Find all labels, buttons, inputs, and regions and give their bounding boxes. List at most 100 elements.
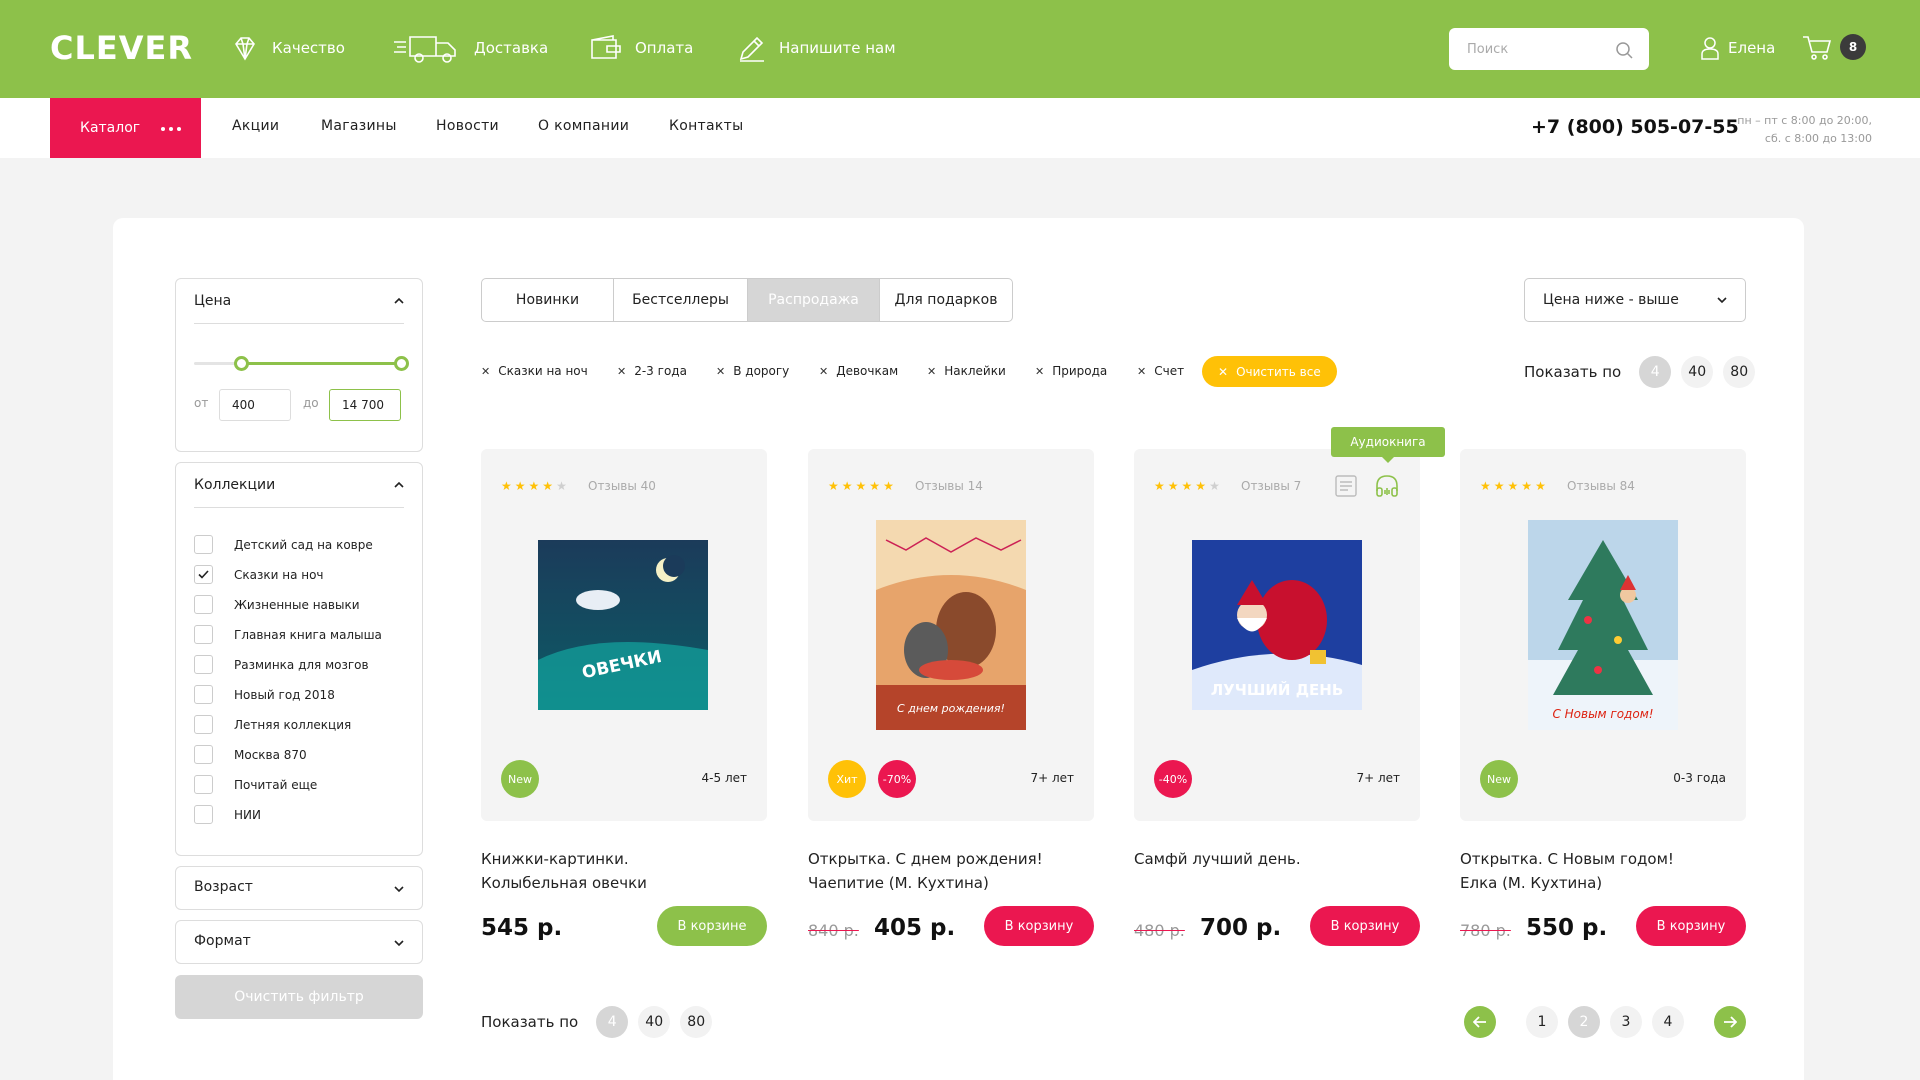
book-cover-image[interactable]: ЛУЧШИЙ ДЕНЬ [1192,540,1362,710]
chevron-up-icon[interactable] [394,481,404,489]
product-title[interactable]: Открытка. С Новым годом! Елка (М. Кухтина… [1460,847,1746,895]
page-1[interactable]: 1 [1526,1006,1558,1038]
prev-page-button[interactable] [1464,1006,1496,1038]
product-title[interactable]: Книжки-картинки. Колыбельная овечки [481,847,767,895]
product-card[interactable]: ★ ★ ★ ★ ★ Отзывы 7 ЛУЧШИЙ ДЕНЬ -40% 7+ лет Самфй … [1134,449,1420,946]
checkbox[interactable] [194,655,213,674]
add-to-cart-button[interactable]: В корзину [984,906,1094,946]
collection-option[interactable]: Главная книга малыша [194,625,382,644]
collection-option[interactable]: НИИ [194,805,261,824]
user-account-link[interactable]: Елена [1700,36,1775,60]
sort-select[interactable]: Цена ниже - выше [1524,278,1746,322]
price-slider-min-handle[interactable] [234,356,249,371]
product-card-body[interactable]: ★ ★ ★ ★ ★ Отзывы 40 ОВЕЧКИ New 4-5 лет [481,449,767,821]
product-card[interactable]: ★ ★ ★ ★ ★ Отзывы 84 С Новым годом! New 0-3 года О… [1460,449,1746,946]
product-title[interactable]: Открытка. С днем рождения! Чаепитие (М. К… [808,847,1094,895]
price-from-input[interactable] [219,389,291,421]
nav-link-contacts[interactable]: Контакты [669,118,743,134]
tab-sale[interactable]: Распродажа [748,279,880,321]
close-icon[interactable]: ✕ [1137,365,1146,378]
collection-option[interactable]: Детский сад на ковре [194,535,373,554]
collection-option[interactable]: Новый год 2018 [194,685,335,704]
show-by-option[interactable]: 80 [1723,356,1756,388]
checkbox[interactable] [194,625,213,644]
price-filter-title[interactable]: Цена [194,293,231,309]
chevron-up-icon[interactable] [394,297,404,305]
filter-chip[interactable]: ✕ В дорогу [716,364,789,378]
product-card-body[interactable]: ★ ★ ★ ★ ★ Отзывы 84 С Новым годом! New 0-3 года [1460,449,1746,821]
nav-link-promotions[interactable]: Акции [232,118,279,134]
show-by-option[interactable]: 4 [596,1006,629,1038]
tab-new[interactable]: Новинки [482,279,614,321]
tab-bestsellers[interactable]: Бестселлеры [614,279,748,321]
show-by-option[interactable]: 40 [1681,356,1714,388]
add-to-cart-button[interactable]: В корзине [657,906,767,946]
add-to-cart-button[interactable]: В корзину [1636,906,1746,946]
filter-chip[interactable]: ✕ 2-3 года [617,364,687,378]
nav-link-stores[interactable]: Магазины [321,118,397,134]
filter-chip[interactable]: ✕ Девочкам [819,364,898,378]
checkbox[interactable] [194,535,213,554]
product-card-body[interactable]: ★ ★ ★ ★ ★ Отзывы 7 ЛУЧШИЙ ДЕНЬ -40% 7+ лет [1134,449,1420,821]
nav-link-about[interactable]: О компании [538,118,629,134]
nav-write-us-link[interactable]: Напишите нам [737,30,896,66]
ebook-icon[interactable] [1334,474,1358,498]
checkbox[interactable] [194,565,213,584]
book-cover-image[interactable]: С Новым годом! [1528,520,1678,730]
filter-chip[interactable]: ✕ Природа [1035,364,1107,378]
close-icon[interactable]: ✕ [819,365,828,378]
close-icon[interactable]: ✕ [927,365,936,378]
next-page-button[interactable] [1714,1006,1746,1038]
book-cover-image[interactable]: С днем рождения! [876,520,1026,730]
nav-link-news[interactable]: Новости [436,118,499,134]
collection-option[interactable]: Сказки на ноч [194,565,324,584]
reviews-link[interactable]: Отзывы 84 [1567,479,1635,493]
close-icon[interactable]: ✕ [1035,365,1044,378]
price-slider[interactable] [194,356,409,371]
product-card[interactable]: ★ ★ ★ ★ ★ Отзывы 40 ОВЕЧКИ New 4-5 лет Книжки-кар… [481,449,767,946]
collections-filter-title[interactable]: Коллекции [194,477,275,493]
tab-gifts[interactable]: Для подарков [880,279,1012,321]
nav-payment-link[interactable]: Оплата [589,30,693,66]
collection-option[interactable]: Разминка для мозгов [194,655,369,674]
logo[interactable]: CLEVER [50,29,193,67]
format-filter[interactable]: Формат [175,920,423,964]
filter-chip[interactable]: ✕ Сказки на ноч [481,364,588,378]
collection-option[interactable]: Москва 870 [194,745,307,764]
nav-quality-link[interactable]: Качество [230,30,345,66]
checkbox[interactable] [194,745,213,764]
checkbox[interactable] [194,715,213,734]
close-icon[interactable]: ✕ [481,365,490,378]
checkbox[interactable] [194,685,213,704]
nav-delivery-link[interactable]: Доставка [392,30,548,66]
checkbox[interactable] [194,805,213,824]
search-icon[interactable] [1615,41,1633,59]
book-cover-image[interactable]: ОВЕЧКИ [538,540,708,710]
reviews-link[interactable]: Отзывы 40 [588,479,656,493]
show-by-option[interactable]: 40 [638,1006,671,1038]
collection-option[interactable]: Летняя коллекция [194,715,351,734]
product-card[interactable]: ★ ★ ★ ★ ★ Отзывы 14 С днем рождения! Хит -70% 7+ … [808,449,1094,946]
close-icon[interactable]: ✕ [716,365,725,378]
price-slider-max-handle[interactable] [394,356,409,371]
clear-all-chips-button[interactable]: ✕ Очистить все [1202,356,1337,387]
show-by-option[interactable]: 80 [680,1006,713,1038]
catalog-button[interactable]: Каталог [50,98,201,158]
clear-filter-button[interactable]: Очистить фильтр [175,975,423,1019]
age-filter[interactable]: Возраст [175,866,423,910]
reviews-link[interactable]: Отзывы 14 [915,479,983,493]
add-to-cart-button[interactable]: В корзину [1310,906,1420,946]
search-input[interactable] [1467,41,1607,57]
page-2[interactable]: 2 [1568,1006,1600,1038]
headphones-icon[interactable] [1374,473,1400,499]
cart-button[interactable]: 8 [1802,34,1866,60]
filter-chip[interactable]: ✕ Счет [1137,364,1184,378]
checkbox[interactable] [194,775,213,794]
filter-chip[interactable]: ✕ Наклейки [927,364,1006,378]
show-by-option[interactable]: 4 [1639,356,1672,388]
page-4[interactable]: 4 [1652,1006,1684,1038]
page-3[interactable]: 3 [1610,1006,1642,1038]
close-icon[interactable]: ✕ [617,365,626,378]
collection-option[interactable]: Почитай еще [194,775,317,794]
product-card-body[interactable]: ★ ★ ★ ★ ★ Отзывы 14 С днем рождения! Хит -70% 7+ … [808,449,1094,821]
